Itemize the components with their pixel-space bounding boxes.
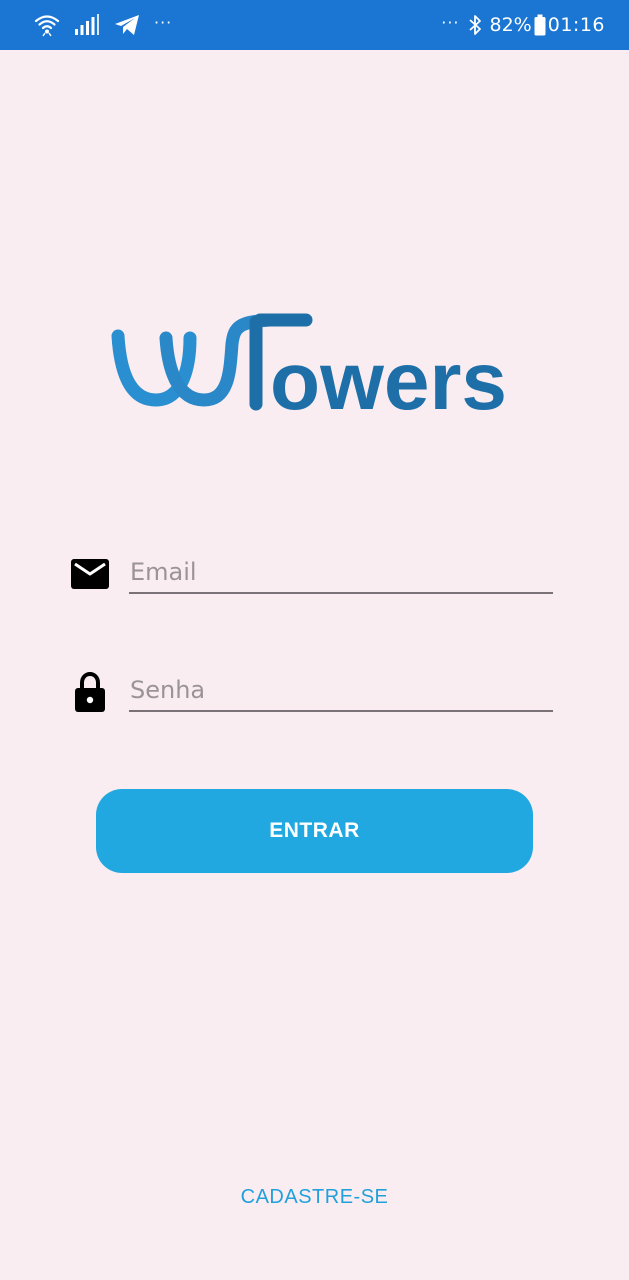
battery-percent: 82% [489,14,532,36]
wifi-icon [34,13,60,37]
bluetooth-icon [468,14,482,36]
status-overflow-right: ··· [441,12,460,32]
password-row [68,660,553,720]
telegram-icon [114,14,140,36]
status-overflow-left: ··· [154,12,173,32]
email-row [68,542,553,602]
password-field[interactable] [129,670,553,712]
status-bar-left: ··· [34,0,172,50]
lock-icon [70,672,110,712]
login-button[interactable]: ENTRAR [96,789,533,873]
signup-link[interactable]: CADASTRE-SE [0,1180,629,1214]
signal-icon [74,14,100,36]
status-bar-right: ··· 82% 01:16 [441,0,605,50]
logo-text: owers [270,336,507,418]
status-bar: ··· ··· 82% 01:16 [0,0,629,50]
mail-icon [70,554,110,594]
battery-icon [534,14,546,36]
email-field[interactable] [129,552,553,594]
app-logo: owers [110,308,520,427]
clock: 01:16 [547,14,605,36]
